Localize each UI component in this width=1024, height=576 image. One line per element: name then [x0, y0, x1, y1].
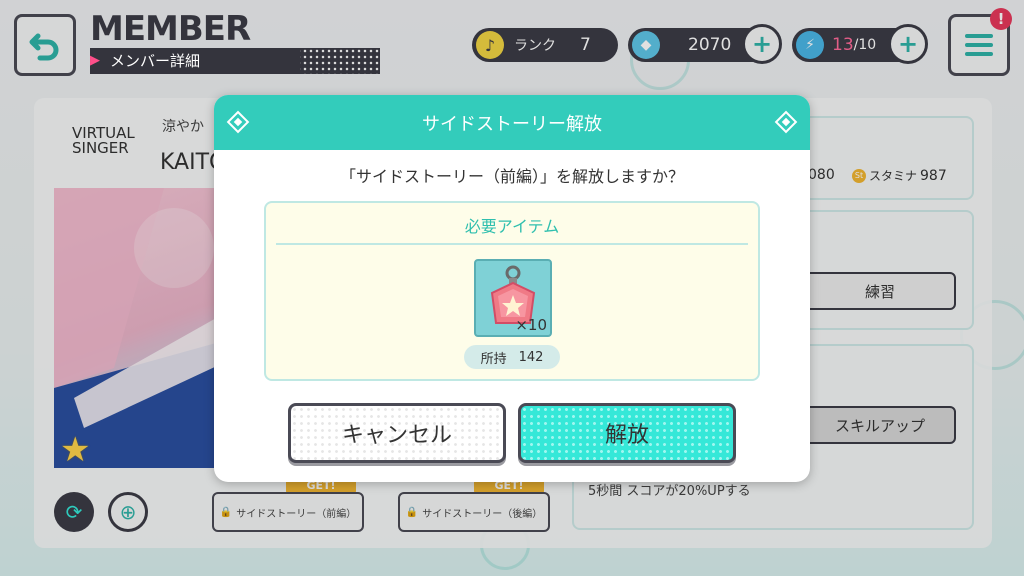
- diamond-ornament-icon: [774, 110, 798, 134]
- cancel-button[interactable]: キャンセル: [288, 403, 506, 463]
- dialog-question: 「サイドストーリー（前編）」を解放しますか？: [339, 167, 684, 186]
- dialog-header: サイドストーリー解放: [214, 95, 810, 150]
- unlock-button-label: 解放: [604, 423, 649, 448]
- owned-count: 142: [518, 349, 544, 365]
- required-items-title: 必要アイテム: [276, 213, 748, 245]
- cancel-button-label: キャンセル: [341, 423, 452, 448]
- play-arrow-icon: ▶: [90, 53, 100, 68]
- unlock-button[interactable]: 解放: [518, 403, 736, 463]
- item-quantity: ×10: [515, 316, 547, 334]
- diamond-ornament-icon: [226, 110, 250, 134]
- unlock-side-story-dialog: サイドストーリー解放 「サイドストーリー（前編）」を解放しますか？ 必要アイテム…: [214, 95, 810, 482]
- story-key-item[interactable]: ×10: [474, 259, 552, 337]
- required-items-box: 必要アイテム ×10 所持 142: [264, 201, 760, 381]
- unlock-button-inner: 解放: [525, 410, 729, 456]
- cancel-button-inner: キャンセル: [295, 410, 499, 456]
- dialog-title: サイドストーリー解放: [422, 113, 602, 135]
- owned-count-pill: 所持 142: [464, 345, 560, 369]
- owned-label: 所持: [480, 351, 507, 367]
